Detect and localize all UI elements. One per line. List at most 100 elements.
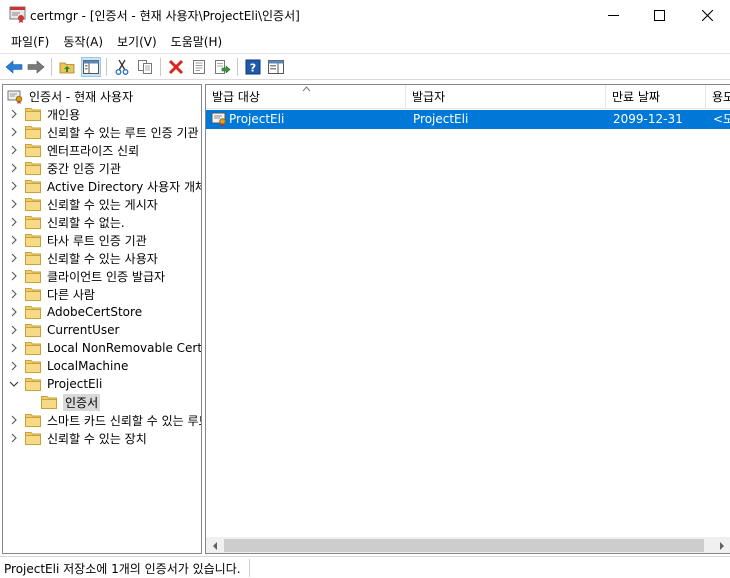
maximize-button[interactable]	[636, 0, 682, 31]
chevron-down-icon[interactable]	[9, 375, 19, 393]
toolbar: ?	[0, 53, 730, 80]
table-row[interactable]: ProjectEli ProjectEli 2099-12-31 <모든 용도>	[206, 110, 730, 129]
menu-bar: 파일(F) 동작(A) 보기(V) 도움말(H)	[0, 31, 730, 53]
tree-item-adobecertstore[interactable]: AdobeCertStore	[3, 303, 142, 321]
chevron-right-icon[interactable]	[9, 105, 19, 123]
minimize-button[interactable]	[590, 0, 636, 31]
tree-item-personal[interactable]: 개인용	[3, 105, 80, 123]
horizontal-scrollbar[interactable]	[206, 537, 730, 553]
forward-button[interactable]	[26, 57, 46, 77]
maximize-icon	[653, 10, 665, 21]
tree-item-trusted-people[interactable]: 신뢰할 수 있는 사용자	[3, 249, 158, 267]
chevron-right-icon[interactable]	[9, 195, 19, 213]
tree-item-currentuser[interactable]: CurrentUser	[3, 321, 119, 339]
tree-item-projecteli[interactable]: ProjectEli	[3, 375, 102, 393]
tree-item-local-nonremovable[interactable]: Local NonRemovable Certificates	[3, 339, 202, 357]
chevron-right-icon[interactable]	[9, 357, 19, 375]
tree-item-trusted-publishers[interactable]: 신뢰할 수 있는 게시자	[3, 195, 158, 213]
column-expiration[interactable]: 만료 날짜	[606, 85, 706, 109]
show-hide-tree-icon	[83, 60, 99, 74]
help-icon: ?	[245, 59, 261, 75]
chevron-right-icon[interactable]	[9, 429, 19, 447]
folder-icon	[25, 288, 41, 301]
tree-pane[interactable]: 인증서 - 현재 사용자 개인용 신뢰할 수 있는 루트 인증 기관 엔터프라이…	[2, 84, 202, 554]
toolbar-separator	[160, 58, 161, 76]
chevron-right-icon[interactable]	[9, 303, 19, 321]
column-issued-by[interactable]: 발급자	[406, 85, 606, 109]
chevron-right-icon[interactable]	[9, 249, 19, 267]
help-button[interactable]: ?	[243, 57, 263, 77]
chevron-right-icon[interactable]	[9, 213, 19, 231]
menu-view[interactable]: 보기(V)	[110, 32, 164, 52]
sort-ascending-icon	[302, 86, 311, 92]
toolbar-separator	[51, 58, 52, 76]
tree-item-label: 신뢰할 수 있는 사용자	[47, 251, 158, 266]
tree-item-certificates-selected[interactable]: 인증서	[25, 393, 101, 411]
chevron-right-icon[interactable]	[9, 231, 19, 249]
certificate-list-pane[interactable]: 발급 대상 발급자 만료 날짜 용도 ProjectEli ProjectEli…	[205, 84, 730, 554]
tree-item-label: 신뢰할 수 있는 루트 인증 기관	[47, 125, 199, 140]
tree-item-other-people[interactable]: 다른 사람	[3, 285, 95, 303]
column-label: 발급자	[412, 90, 446, 104]
tree-item-intermediate-ca[interactable]: 중간 인증 기관	[3, 159, 121, 177]
delete-button[interactable]	[166, 57, 186, 77]
toolbar-separator	[237, 58, 238, 76]
export-icon	[214, 60, 230, 74]
chevron-right-icon[interactable]	[9, 339, 19, 357]
up-folder-icon	[59, 62, 75, 74]
folder-icon	[25, 414, 41, 427]
scrollbar-thumb[interactable]	[224, 539, 704, 552]
chevron-right-icon[interactable]	[9, 177, 19, 195]
console-view-icon	[268, 60, 284, 74]
console-view-button[interactable]	[266, 57, 286, 77]
status-bar: ProjectEli 저장소에 1개의 인증서가 있습니다.	[0, 556, 730, 578]
copy-button[interactable]	[135, 57, 155, 77]
up-one-level-button[interactable]	[57, 57, 77, 77]
scroll-left-button[interactable]	[206, 537, 223, 553]
menu-action[interactable]: 동작(A)	[56, 32, 110, 52]
cut-button[interactable]	[112, 57, 132, 77]
folder-icon	[25, 252, 41, 265]
back-button[interactable]	[4, 57, 24, 77]
folder-icon	[41, 396, 57, 409]
tree-item-label: Local NonRemovable Certificates	[47, 341, 202, 355]
tree-item-localmachine[interactable]: LocalMachine	[3, 357, 128, 375]
tree-item-trusted-root[interactable]: 신뢰할 수 있는 루트 인증 기관	[3, 123, 199, 141]
export-list-button[interactable]	[212, 57, 232, 77]
chevron-right-icon[interactable]	[9, 285, 19, 303]
close-button[interactable]	[684, 0, 730, 31]
copy-icon	[138, 60, 152, 74]
cell-issued-to: ProjectEli	[229, 112, 285, 126]
tree-item-trusted-devices[interactable]: 신뢰할 수 있는 장치	[3, 429, 147, 447]
tree-item-third-party-root[interactable]: 타사 루트 인증 기관	[3, 231, 147, 249]
tree-item-untrusted[interactable]: 신뢰할 수 없는.	[3, 213, 125, 231]
menu-file[interactable]: 파일(F)	[4, 32, 56, 52]
tree-item-enterprise-trust[interactable]: 엔터프라이즈 신뢰	[3, 141, 139, 159]
scroll-right-button[interactable]	[713, 537, 730, 553]
tree-item-smartcard-root[interactable]: 스마트 카드 신뢰할 수 있는 루트	[3, 411, 201, 429]
properties-button[interactable]	[189, 57, 209, 77]
chevron-right-icon[interactable]	[9, 321, 19, 339]
column-label: 발급 대상	[212, 90, 260, 104]
tree-root-label: 인증서 - 현재 사용자	[29, 89, 134, 104]
chevron-right-icon[interactable]	[9, 141, 19, 159]
tree-item-label: 다른 사람	[47, 287, 95, 302]
folder-icon	[25, 270, 41, 283]
column-issued-to[interactable]: 발급 대상	[206, 85, 406, 109]
tree-item-client-auth-issuers[interactable]: 클라이언트 인증 발급자	[3, 267, 165, 285]
folder-icon	[25, 180, 41, 193]
chevron-right-icon[interactable]	[9, 123, 19, 141]
chevron-right-icon[interactable]	[9, 411, 19, 429]
tree-item-active-directory[interactable]: Active Directory 사용자 개체	[3, 177, 201, 195]
column-purpose[interactable]: 용도	[706, 85, 730, 109]
tree-root-item[interactable]: 인증서 - 현재 사용자	[7, 87, 133, 105]
folder-icon	[25, 144, 41, 157]
show-hide-tree-button[interactable]	[81, 57, 101, 77]
folder-icon	[25, 108, 41, 121]
tree-item-label: AdobeCertStore	[47, 305, 143, 319]
menu-help[interactable]: 도움말(H)	[164, 32, 230, 52]
folder-open-icon	[25, 378, 41, 391]
folder-icon	[25, 216, 41, 229]
chevron-right-icon[interactable]	[9, 159, 19, 177]
chevron-right-icon[interactable]	[9, 267, 19, 285]
